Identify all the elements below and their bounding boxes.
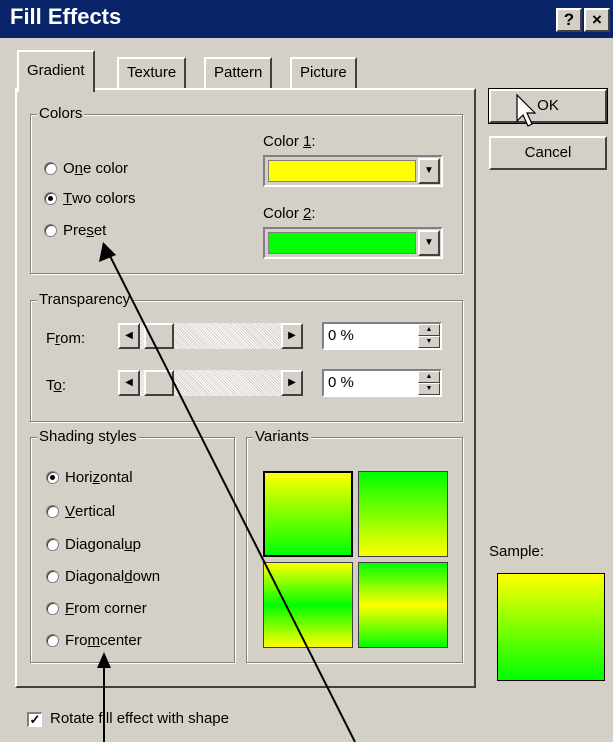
radio-circle — [46, 505, 59, 518]
from-transparency-value[interactable]: 0 % — [328, 327, 354, 344]
radio-diagonal-up[interactable]: Diagonal up — [46, 536, 141, 553]
radio-two-colors[interactable]: Two colors — [44, 190, 136, 207]
radio-preset[interactable]: Pre s et — [44, 222, 106, 239]
tab-pattern[interactable]: Pattern — [204, 57, 273, 89]
spin-down-icon[interactable]: ▼ — [418, 383, 440, 395]
color-2-dropdown[interactable]: ▼ — [263, 227, 443, 259]
colors-group-label: Colors — [37, 104, 85, 124]
tab-texture[interactable]: Texture — [117, 57, 187, 89]
radio-vertical[interactable]: Vertical — [46, 503, 115, 520]
chevron-down-icon[interactable]: ▼ — [418, 230, 440, 256]
radio-circle — [46, 634, 59, 647]
radio-diagonal-down[interactable]: Diagonal d own — [46, 568, 160, 585]
window-title: Fill Effects — [10, 4, 122, 29]
tab-picture[interactable]: Picture — [290, 57, 357, 89]
color-2-label: Color 2: — [263, 205, 316, 222]
sample-label: Sample: — [489, 543, 545, 560]
variants-group-label: Variants — [253, 427, 311, 447]
rotate-fill-checkbox[interactable]: ✓ — [27, 712, 42, 727]
from-label: From: — [46, 330, 86, 347]
shading-styles-group-label: Shading styles — [37, 427, 139, 447]
radio-circle — [44, 224, 57, 237]
color-1-swatch — [268, 160, 416, 182]
to-label: To: — [46, 377, 67, 394]
close-button[interactable]: × — [584, 8, 610, 32]
rotate-fill-label: Rotate fill effect with shape — [50, 710, 229, 727]
sample-preview — [497, 573, 605, 681]
to-transparency-value[interactable]: 0 % — [328, 374, 354, 391]
variant-swatch-4[interactable] — [358, 562, 448, 648]
help-button[interactable]: ? — [556, 8, 582, 32]
transparency-group-label: Transparency — [37, 290, 133, 310]
radio-from-corner[interactable]: From corner — [46, 600, 147, 617]
radio-circle-checked — [44, 192, 57, 205]
color-2-swatch — [268, 232, 416, 254]
scroll-left-icon[interactable]: ◀ — [118, 323, 140, 349]
title-bar: Fill Effects ? × — [0, 0, 613, 38]
radio-circle — [46, 538, 59, 551]
spin-down-icon[interactable]: ▼ — [418, 336, 440, 348]
chevron-down-icon[interactable]: ▼ — [418, 158, 440, 184]
radio-one-color[interactable]: One color — [44, 160, 128, 177]
scroll-right-icon[interactable]: ▶ — [281, 370, 303, 396]
radio-circle — [46, 570, 59, 583]
radio-circle — [46, 602, 59, 615]
scroll-left-icon[interactable]: ◀ — [118, 370, 140, 396]
radio-horizontal[interactable]: Hori z ontal — [46, 469, 133, 486]
variant-swatch-3[interactable] — [263, 562, 353, 648]
from-transparency-slider[interactable]: ◀ ▶ — [118, 323, 303, 349]
cancel-button[interactable]: Cancel — [489, 136, 607, 170]
radio-circle-checked — [46, 471, 59, 484]
variant-swatch-1[interactable] — [263, 471, 353, 557]
transparency-group: Transparency — [30, 290, 463, 422]
color-1-label: Color 1: — [263, 133, 316, 150]
slider-thumb[interactable] — [144, 370, 174, 396]
to-transparency-slider[interactable]: ◀ ▶ — [118, 370, 303, 396]
to-transparency-spinner[interactable]: 0 % ▲ ▼ — [322, 369, 442, 397]
from-transparency-spinner[interactable]: 0 % ▲ ▼ — [322, 322, 442, 350]
ok-button[interactable]: OK — [488, 88, 608, 124]
spin-up-icon[interactable]: ▲ — [418, 324, 440, 336]
tab-gradient[interactable]: Gradient — [17, 50, 95, 92]
color-1-dropdown[interactable]: ▼ — [263, 155, 443, 187]
radio-from-center[interactable]: Fro m center — [46, 632, 142, 649]
scroll-right-icon[interactable]: ▶ — [281, 323, 303, 349]
spin-up-icon[interactable]: ▲ — [418, 371, 440, 383]
slider-thumb[interactable] — [144, 323, 174, 349]
radio-circle — [44, 162, 57, 175]
variant-swatch-2[interactable] — [358, 471, 448, 557]
